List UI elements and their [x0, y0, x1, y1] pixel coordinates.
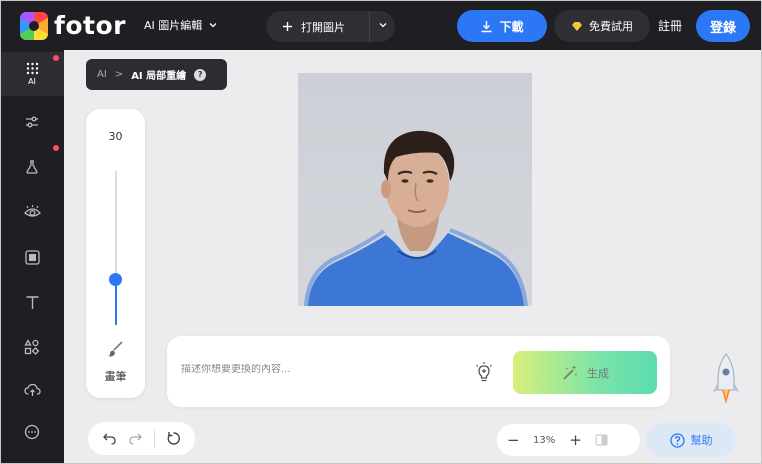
- notification-dot: [53, 55, 59, 61]
- more-icon: [24, 424, 40, 440]
- frame-icon: [24, 249, 40, 265]
- elements-icon: [24, 339, 40, 355]
- brush-size-value: 30: [108, 130, 123, 143]
- upload-cloud-icon: [23, 383, 41, 396]
- brush-icon: [108, 341, 123, 357]
- question-circle-icon: [669, 432, 685, 448]
- breadcrumb-root[interactable]: AI: [97, 69, 107, 80]
- help-button[interactable]: 幫助: [646, 423, 736, 457]
- sliders-icon: [26, 116, 38, 128]
- rocket-icon[interactable]: [712, 352, 740, 408]
- sidebar-item-effects[interactable]: [0, 145, 64, 189]
- open-image-dropdown[interactable]: [370, 20, 395, 33]
- compare-icon[interactable]: [595, 434, 608, 446]
- lightbulb-icon[interactable]: [473, 361, 495, 383]
- zoom-out-button[interactable]: −: [507, 431, 520, 449]
- redo-icon[interactable]: [128, 431, 143, 446]
- app-menu-label: AI 圖片編輯: [144, 19, 203, 32]
- chevron-down-icon: [379, 23, 386, 28]
- help-icon[interactable]: ?: [194, 68, 207, 81]
- generate-button[interactable]: 生成: [513, 351, 657, 394]
- breadcrumb: AI > AI 局部重繪 ?: [86, 59, 227, 90]
- download-button[interactable]: 下載: [457, 10, 547, 42]
- breadcrumb-current: AI 局部重繪: [131, 71, 187, 82]
- sidebar-item-label: AI: [28, 77, 36, 86]
- brush-panel: 30 畫筆: [86, 109, 145, 398]
- prompt-panel: 生成: [167, 336, 670, 407]
- help-label: 幫助: [690, 434, 713, 447]
- zoom-in-button[interactable]: +: [569, 431, 582, 449]
- logo-icon: [20, 11, 48, 40]
- portrait-photo: [304, 130, 528, 306]
- eye-icon: [23, 205, 41, 217]
- login-button[interactable]: 登錄: [696, 10, 750, 42]
- generate-label: 生成: [587, 366, 609, 380]
- download-label: 下載: [499, 19, 524, 34]
- reset-icon[interactable]: [166, 431, 181, 446]
- chevron-down-icon: [209, 23, 217, 28]
- open-image-button[interactable]: 打開圖片: [266, 11, 395, 42]
- brush-size-slider[interactable]: [109, 171, 122, 325]
- top-bar: fotor AI 圖片編輯 打開圖片 下載 免費試用 註冊 登錄: [0, 0, 762, 50]
- sidebar-item-text[interactable]: [0, 280, 64, 324]
- app-menu[interactable]: AI 圖片編輯: [144, 17, 218, 33]
- sidebar-item-upload[interactable]: [0, 368, 64, 412]
- ai-grid-icon: [26, 62, 38, 75]
- prompt-input[interactable]: [181, 364, 461, 375]
- sidebar-item-elements[interactable]: [0, 325, 64, 369]
- logo-text: fotor: [54, 11, 127, 40]
- left-toolbar: AI: [0, 50, 64, 464]
- sidebar-item-beauty[interactable]: [0, 190, 64, 234]
- sidebar-item-adjust[interactable]: [0, 100, 64, 144]
- sidebar-item-more[interactable]: [0, 410, 64, 454]
- plus-icon: [283, 22, 292, 31]
- open-image-label: 打開圖片: [301, 20, 345, 34]
- free-trial-label: 免費試用: [589, 20, 633, 33]
- download-icon: [481, 20, 492, 32]
- free-trial-button[interactable]: 免費試用: [554, 10, 650, 42]
- diamond-icon: [572, 21, 582, 31]
- sidebar-item-frames[interactable]: [0, 235, 64, 279]
- undo-icon[interactable]: [102, 431, 117, 446]
- register-link[interactable]: 註冊: [658, 17, 682, 34]
- zoom-level: 13%: [533, 434, 556, 446]
- canvas-image[interactable]: [298, 73, 532, 306]
- history-controls: [88, 422, 195, 455]
- divider: [154, 429, 156, 448]
- fotor-logo[interactable]: fotor: [20, 11, 126, 40]
- text-icon: [26, 295, 38, 309]
- magic-wand-icon: [563, 364, 578, 380]
- breadcrumb-separator: >: [114, 69, 124, 80]
- brush-label: 畫筆: [104, 370, 127, 383]
- flask-icon: [26, 160, 38, 174]
- zoom-controls: − 13% +: [497, 424, 640, 456]
- slider-thumb[interactable]: [109, 273, 122, 286]
